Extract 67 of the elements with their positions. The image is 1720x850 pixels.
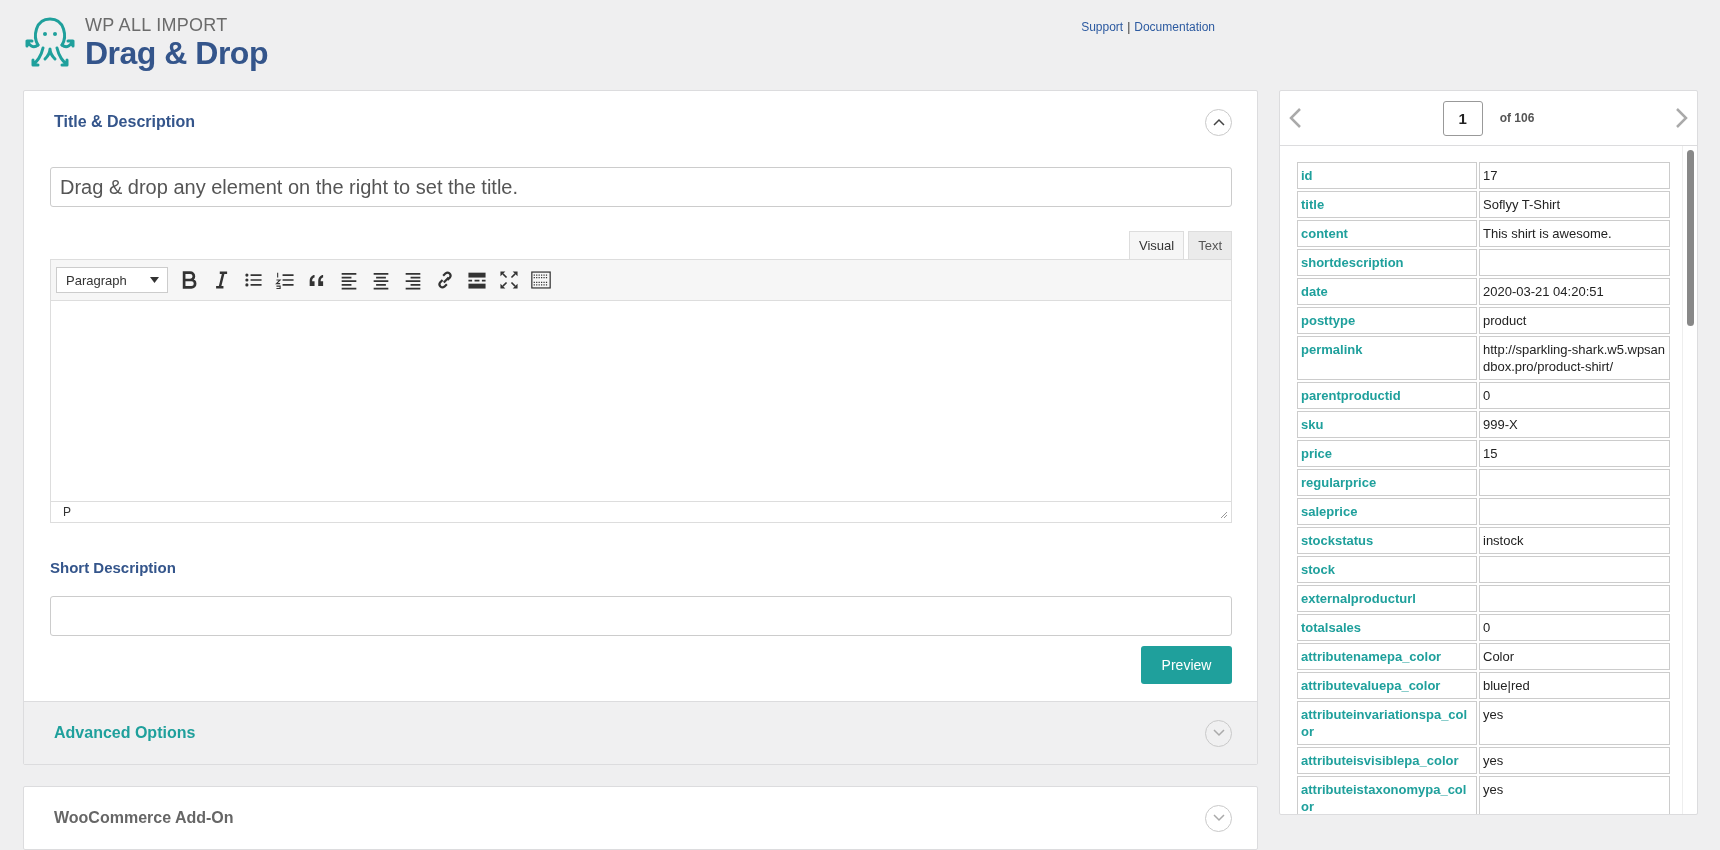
field-value-cell[interactable]: 2020-03-21 04:20:51: [1479, 278, 1670, 305]
panel-heading: Title & Description: [54, 113, 196, 131]
field-key-cell[interactable]: saleprice: [1297, 498, 1477, 525]
page-number-field[interactable]: 1: [1442, 100, 1483, 136]
field-value-cell[interactable]: yes: [1479, 776, 1670, 814]
scrollbar-thumb[interactable]: [1686, 150, 1694, 326]
field-value-cell[interactable]: http://sparkling-shark.w5.wpsandbox.pro/product-shirt/: [1479, 336, 1670, 380]
field-key-cell[interactable]: sku: [1297, 411, 1477, 438]
field-key-cell[interactable]: regularprice: [1297, 469, 1477, 496]
keyboard-icon[interactable]: [530, 269, 552, 291]
field-value-cell[interactable]: 0: [1479, 614, 1670, 641]
documentation-link[interactable]: Documentation: [1134, 20, 1215, 34]
panel-heading[interactable]: WooCommerce Add-On: [54, 809, 234, 827]
field-value-cell[interactable]: 15: [1479, 440, 1670, 467]
field-key-cell[interactable]: attributenamepa_color: [1297, 643, 1477, 670]
field-value-cell[interactable]: 0: [1479, 382, 1670, 409]
field-key-cell[interactable]: id: [1297, 162, 1477, 189]
logo-title: Drag & Drop: [85, 35, 268, 71]
field-value-cell[interactable]: Soflyy T-Shirt: [1479, 191, 1670, 218]
caret-icon: [150, 277, 159, 283]
field-value-cell[interactable]: [1479, 469, 1670, 496]
field-value-cell[interactable]: [1479, 249, 1670, 276]
field-key-cell[interactable]: date: [1297, 278, 1477, 305]
chevron-up-icon: [1212, 118, 1225, 126]
chevron-down-icon: [1212, 729, 1225, 737]
field-key-cell[interactable]: posttype: [1297, 307, 1477, 334]
field-key-cell[interactable]: price: [1297, 440, 1477, 467]
field-key-cell[interactable]: content: [1297, 220, 1477, 247]
field-value-cell[interactable]: product: [1479, 307, 1670, 334]
editor-tab[interactable]: Visual: [1128, 231, 1185, 259]
field-value-cell[interactable]: Color: [1479, 643, 1670, 670]
field-value-cell[interactable]: blue|red: [1479, 672, 1670, 699]
field-key-cell[interactable]: parentproductid: [1297, 382, 1477, 409]
field-value-cell[interactable]: 999-X: [1479, 411, 1670, 438]
field-key-cell[interactable]: externalproducturl: [1297, 585, 1477, 612]
field-key-cell[interactable]: attributeinvariationspa_color: [1297, 701, 1477, 745]
page-total: of 106: [1499, 111, 1535, 125]
field-key-cell[interactable]: stockstatus: [1297, 527, 1477, 554]
chevron-down-icon: [1212, 814, 1225, 822]
short-description-field[interactable]: [50, 596, 1232, 636]
field-value-cell[interactable]: [1479, 556, 1670, 583]
format-dropdown[interactable]: Paragraph: [56, 267, 168, 293]
editor-tab[interactable]: Text: [1188, 231, 1232, 259]
field-value-cell[interactable]: [1479, 585, 1670, 612]
field-key-cell[interactable]: attributeistaxonomypa_color: [1297, 776, 1477, 814]
resize-handle-icon[interactable]: [1220, 511, 1228, 519]
field-value-cell[interactable]: [1479, 498, 1670, 525]
field-key-cell[interactable]: title: [1297, 191, 1477, 218]
support-link[interactable]: Support: [1081, 20, 1124, 34]
field-value-cell[interactable]: 17: [1479, 162, 1670, 189]
short-description-label: Short Description: [50, 559, 177, 576]
field-key-cell[interactable]: totalsales: [1297, 614, 1477, 641]
link-separator: |: [1127, 20, 1131, 34]
field-value-cell[interactable]: instock: [1479, 527, 1670, 554]
field-value-cell[interactable]: This shirt is awesome.: [1479, 220, 1670, 247]
field-value-cell[interactable]: yes: [1479, 701, 1670, 745]
field-key-cell[interactable]: permalink: [1297, 336, 1477, 380]
fullscreen-icon[interactable]: [498, 269, 520, 291]
logo-subtitle: WP ALL IMPORT: [85, 15, 229, 35]
field-key-cell[interactable]: attributeisvisiblepa_color: [1297, 747, 1477, 774]
title-input-field[interactable]: Drag & drop any element on the right to set the title.: [50, 167, 1232, 207]
field-key-cell[interactable]: stock: [1297, 556, 1477, 583]
element-path: P: [63, 505, 71, 519]
preview-button[interactable]: Preview: [1141, 646, 1232, 684]
field-key-cell[interactable]: attributevaluepa_color: [1297, 672, 1477, 699]
field-key-cell[interactable]: shortdescription: [1297, 249, 1477, 276]
field-value-cell[interactable]: yes: [1479, 747, 1670, 774]
